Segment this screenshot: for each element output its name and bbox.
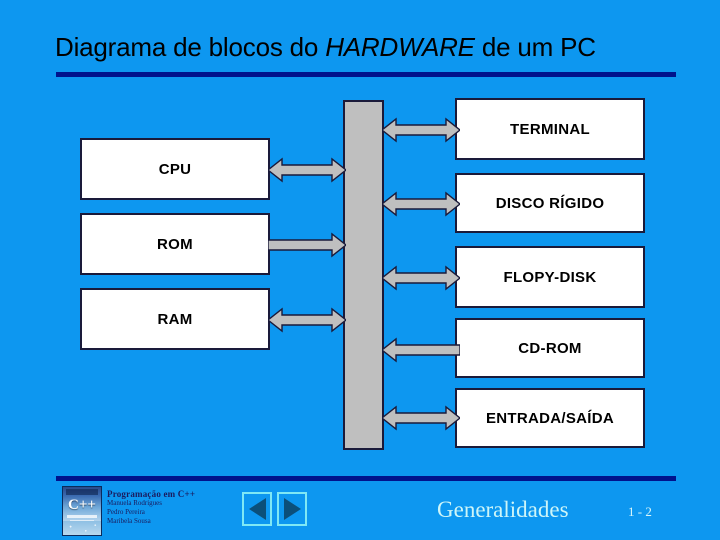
block-flopy-disk-label: FLOPY-DISK xyxy=(503,268,597,286)
footer-divider xyxy=(56,476,676,481)
block-flopy-disk[interactable]: FLOPY-DISK xyxy=(455,246,645,308)
page-title-suffix: de um PC xyxy=(474,32,596,62)
page-title-emphasis: HARDWARE xyxy=(325,32,475,62)
slide-canvas: Diagrama de blocos do HARDWARE de um PC … xyxy=(0,0,720,540)
book-cover-thumbnail: C++ xyxy=(62,486,102,536)
block-rom[interactable]: ROM xyxy=(80,213,270,275)
triangle-right-icon xyxy=(283,498,301,520)
arrow-bus-disco-rigido xyxy=(382,190,460,218)
arrow-cpu-bus xyxy=(268,156,346,184)
block-cpu-label: CPU xyxy=(158,160,192,178)
book-cover-banner xyxy=(66,489,98,495)
triangle-left-icon xyxy=(248,498,266,520)
block-entrada-saida[interactable]: ENTRADA/SAÍDA xyxy=(455,388,645,448)
page-title: Diagrama de blocos do HARDWARE de um PC xyxy=(55,32,675,63)
author-name: Pedro Pereira xyxy=(107,508,145,516)
system-bus-bar xyxy=(343,100,384,450)
arrow-bus-entrada-saida xyxy=(382,404,460,432)
next-slide-button[interactable] xyxy=(277,492,307,526)
page-title-prefix: Diagrama de blocos do xyxy=(55,32,326,62)
block-ram-label: RAM xyxy=(157,310,193,328)
book-cover-subtitle-bar xyxy=(67,515,97,518)
arrow-rom-bus xyxy=(268,231,346,259)
title-divider xyxy=(56,72,676,77)
arrow-ram-bus xyxy=(268,306,346,334)
arrow-bus-flopy-disk xyxy=(382,264,460,292)
block-cd-rom-label: CD-ROM xyxy=(518,339,582,357)
author-name: Maribela Sousa xyxy=(107,517,151,525)
block-cpu[interactable]: CPU xyxy=(80,138,270,200)
block-disco-rigido[interactable]: DISCO RÍGIDO xyxy=(455,173,645,233)
block-entrada-saida-label: ENTRADA/SAÍDA xyxy=(485,409,615,427)
page-number: 1 - 2 xyxy=(628,504,652,519)
block-rom-label: ROM xyxy=(157,235,193,253)
block-ram[interactable]: RAM xyxy=(80,288,270,350)
book-title: Programação em C++ xyxy=(107,489,196,499)
arrow-bus-terminal xyxy=(382,116,460,144)
previous-slide-button[interactable] xyxy=(242,492,272,526)
section-label: Generalidades xyxy=(437,497,569,522)
book-cover-title: C++ xyxy=(68,497,96,513)
block-terminal-label: TERMINAL xyxy=(510,120,590,138)
block-terminal[interactable]: TERMINAL xyxy=(455,98,645,160)
block-cd-rom[interactable]: CD-ROM xyxy=(455,318,645,378)
author-name: Manuela Rodrigues xyxy=(107,499,163,507)
book-cover-texture xyxy=(63,521,101,535)
author-list: Manuela Rodrigues Pedro Pereira Maribela… xyxy=(107,499,162,526)
block-disco-rigido-label: DISCO RÍGIDO xyxy=(495,194,605,212)
arrow-bus-cd-rom xyxy=(382,336,460,364)
